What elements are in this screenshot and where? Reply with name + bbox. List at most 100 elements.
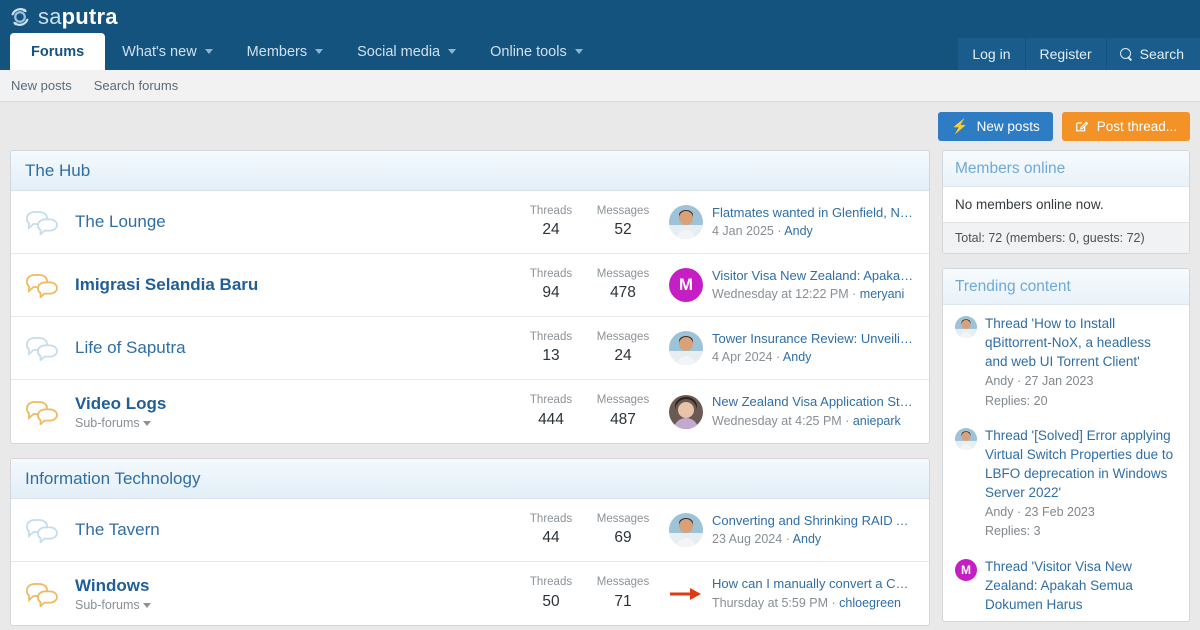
speech-bubbles-icon: [26, 400, 58, 425]
red-arrow-icon: [670, 587, 701, 600]
last-post-author[interactable]: Andy: [783, 350, 812, 364]
logo[interactable]: saputra: [0, 0, 1200, 33]
avatar[interactable]: M: [669, 268, 703, 302]
subnav-item-search-forums[interactable]: Search forums: [94, 78, 179, 93]
forum-title[interactable]: Video Logs: [75, 393, 515, 414]
threads-stat: Threads 94: [515, 266, 587, 304]
nav-tab-label: Online tools: [490, 43, 567, 60]
nav-tab-label: Members: [246, 43, 308, 60]
last-post-meta: 4 Jan 2025 · Andy: [712, 222, 917, 240]
avatar[interactable]: [955, 427, 977, 450]
nav-tab-online-tools[interactable]: Online tools: [473, 33, 600, 70]
avatar[interactable]: [669, 513, 703, 547]
messages-stat: Messages 487: [587, 392, 659, 430]
logo-text: saputra: [38, 5, 118, 28]
trending-title[interactable]: Thread 'Visitor Visa New Zealand: Apakah…: [985, 557, 1177, 614]
avatar[interactable]: [669, 394, 703, 429]
last-post-author[interactable]: meryani: [860, 287, 904, 301]
last-post-text: New Zealand Visa Application Step... Wed…: [712, 393, 917, 430]
last-post-date: Thursday at 5:59 PM: [712, 595, 829, 610]
search-button[interactable]: Search: [1106, 38, 1200, 70]
category-information-technology: Information Technology The Tavern Thread…: [10, 458, 930, 626]
list-item[interactable]: M Thread 'Visitor Visa New Zealand: Apak…: [943, 548, 1189, 621]
trending-replies: Replies: 3: [985, 524, 1041, 539]
chevron-down-icon: [142, 603, 151, 609]
avatar[interactable]: M: [955, 558, 977, 581]
search-icon: [1119, 47, 1133, 61]
nav-tabs: Forums What's new Members Social media O…: [0, 33, 600, 70]
site-header: saputra Forums What's new Members Social…: [0, 0, 1200, 70]
forum-title[interactable]: Life of Saputra: [75, 337, 515, 358]
threads-stat: Threads 444: [515, 392, 587, 430]
new-posts-button[interactable]: ⚡ New posts: [938, 111, 1053, 141]
messages-label: Messages: [596, 512, 650, 525]
threads-label: Threads: [529, 204, 573, 217]
subnav-item-new-posts[interactable]: New posts: [11, 78, 72, 93]
forum-row[interactable]: The Lounge Threads 24 Messages 52 Flatma…: [11, 191, 929, 254]
members-online-body: No members online now.: [955, 197, 1104, 212]
post-thread-button[interactable]: Post thread...: [1061, 111, 1190, 141]
nav-tab-forums[interactable]: Forums: [10, 33, 106, 70]
messages-value: 24: [614, 347, 632, 365]
forum-title[interactable]: The Lounge: [75, 211, 515, 232]
avatar[interactable]: [669, 331, 703, 365]
avatar[interactable]: [669, 577, 703, 611]
subforums-toggle[interactable]: Sub-forums: [75, 598, 515, 612]
messages-stat: Messages 71: [587, 574, 659, 612]
last-post-author[interactable]: Andy: [784, 224, 813, 238]
register-label: Register: [1039, 46, 1092, 62]
category-the-hub: The Hub The Lounge Threads 24 Messages 5…: [10, 150, 930, 444]
nav-tab-whats-new[interactable]: What's new: [105, 33, 230, 70]
last-post: How can I manually convert a CSV fi... T…: [659, 575, 917, 612]
threads-label: Threads: [529, 267, 573, 280]
last-post-meta: 23 Aug 2024 · Andy: [712, 530, 917, 548]
forum-title[interactable]: The Tavern: [75, 519, 515, 540]
list-item[interactable]: Thread '[Solved] Error applying Virtual …: [943, 417, 1189, 548]
last-post-title[interactable]: New Zealand Visa Application Step...: [712, 393, 917, 412]
trending-title[interactable]: Thread 'How to Install qBittorrent-NoX, …: [985, 314, 1177, 371]
avatar[interactable]: [955, 316, 977, 338]
forum-icon-unread: [25, 399, 65, 425]
register-button[interactable]: Register: [1025, 38, 1106, 70]
forum-row[interactable]: Life of Saputra Threads 13 Messages 24 T…: [11, 317, 929, 380]
trending-title[interactable]: Thread '[Solved] Error applying Virtual …: [985, 426, 1177, 503]
last-post-title[interactable]: Visitor Visa New Zealand: Apakah S...: [712, 267, 917, 286]
nav-tab-social-media[interactable]: Social media: [340, 33, 473, 70]
last-post-author[interactable]: Andy: [793, 532, 822, 546]
forum-title-wrap: Windows Sub-forums: [65, 575, 515, 612]
threads-value: 94: [542, 284, 560, 302]
search-label: Search: [1139, 46, 1184, 62]
threads-value: 50: [542, 592, 560, 610]
messages-value: 52: [614, 221, 632, 239]
list-item[interactable]: Thread 'How to Install qBittorrent-NoX, …: [943, 305, 1189, 417]
chevron-down-icon: [448, 49, 457, 54]
forum-row[interactable]: Imigrasi Selandia Baru Threads 94 Messag…: [11, 254, 929, 317]
last-post-date: 4 Jan 2025: [712, 224, 774, 239]
last-post-author[interactable]: aniepark: [853, 414, 901, 428]
login-button[interactable]: Log in: [958, 38, 1025, 70]
last-post-title[interactable]: Tower Insurance Review: Unveiling ...: [712, 330, 917, 349]
page-body: The Hub The Lounge Threads 24 Messages 5…: [0, 150, 1200, 630]
forum-title[interactable]: Imigrasi Selandia Baru: [75, 274, 515, 295]
messages-label: Messages: [596, 576, 650, 589]
last-post-date: Wednesday at 4:25 PM: [712, 413, 842, 428]
forum-row[interactable]: Windows Sub-forums Threads 50 Messages 7…: [11, 562, 929, 625]
forum-row[interactable]: The Tavern Threads 44 Messages 69 Conver…: [11, 499, 929, 562]
messages-value: 69: [614, 529, 632, 547]
last-post-title[interactable]: Flatmates wanted in Glenfield, North...: [712, 204, 917, 223]
nav-tab-members[interactable]: Members: [230, 33, 340, 70]
messages-stat: Messages 24: [587, 329, 659, 367]
subforums-toggle[interactable]: Sub-forums: [75, 416, 515, 430]
trending-replies: Replies: 20: [985, 393, 1048, 408]
last-post: Converting and Shrinking RAID Arra... 23…: [659, 512, 917, 549]
forum-icon-read: [25, 209, 65, 235]
forum-title[interactable]: Windows: [75, 575, 515, 596]
avatar[interactable]: [669, 205, 703, 239]
speech-bubbles-icon: [26, 582, 58, 607]
last-post-title[interactable]: Converting and Shrinking RAID Arra...: [712, 512, 917, 531]
last-post-title[interactable]: How can I manually convert a CSV fi...: [712, 575, 917, 594]
last-post-author[interactable]: chloegreen: [839, 596, 901, 610]
nav-tab-label: What's new: [122, 43, 197, 60]
forum-icon-unread: [25, 272, 65, 298]
forum-row[interactable]: Video Logs Sub-forums Threads 444 Messag…: [11, 380, 929, 443]
